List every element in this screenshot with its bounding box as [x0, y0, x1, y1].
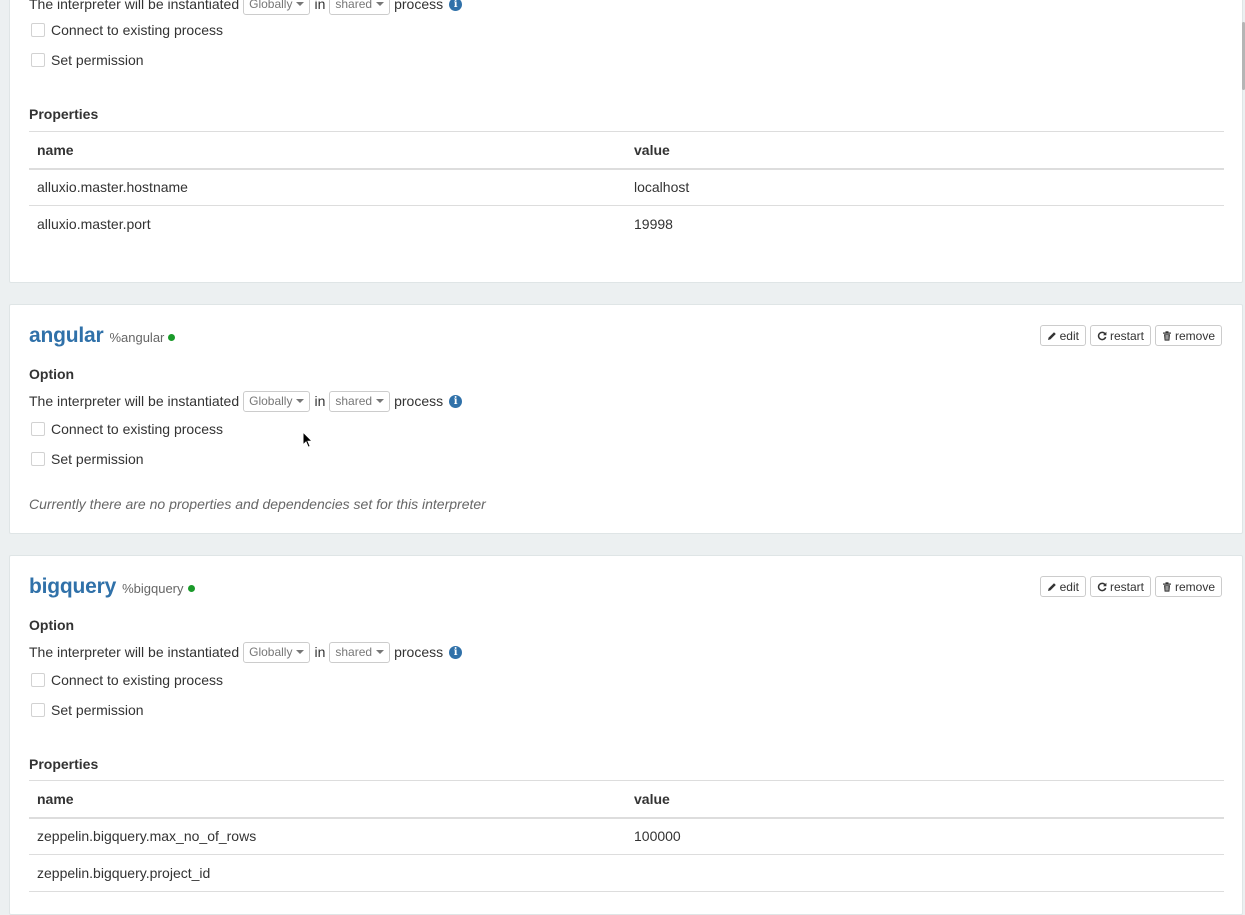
property-value: 100000 [626, 817, 1224, 855]
connect-existing-checkbox[interactable] [31, 23, 45, 37]
column-header-name: name [29, 131, 626, 170]
option-heading: Option [29, 366, 75, 382]
option-text-after: process [394, 0, 444, 12]
properties-table: name value alluxio.master.hostname local… [29, 131, 1224, 243]
status-dot-icon [187, 585, 195, 592]
caret-down-icon [296, 2, 305, 6]
info-circle-icon[interactable]: i [449, 645, 463, 659]
option-text-in: in [314, 393, 326, 409]
caret-down-icon [296, 399, 305, 403]
property-name: zeppelin.bigquery.max_no_of_rows [29, 817, 626, 855]
option-row: The interpreter will be instantiated Glo… [29, 641, 463, 663]
pencil-icon [1047, 331, 1056, 340]
trash-icon [1162, 330, 1171, 341]
table-header-row: name value [29, 131, 1224, 170]
remove-button[interactable]: remove [1154, 325, 1222, 346]
properties-heading: Properties [29, 756, 99, 772]
properties-heading: Properties [29, 106, 99, 122]
scrollbar[interactable] [1241, 0, 1245, 889]
mouse-pointer-icon [302, 431, 314, 448]
connect-existing-label: Connect to existing process [51, 672, 223, 688]
option-text-in: in [314, 644, 326, 660]
option-text-before: The interpreter will be instantiated [29, 393, 240, 409]
restart-button[interactable]: restart [1089, 576, 1151, 597]
table-row: alluxio.master.hostname localhost [29, 168, 1224, 206]
interpreter-panel-bigquery: bigquery %bigquery edit restart remove O… [9, 555, 1243, 915]
edit-button[interactable]: edit [1039, 325, 1086, 346]
column-header-value: value [626, 131, 1224, 170]
option-text-after: process [394, 644, 444, 660]
set-permission-label: Set permission [51, 702, 144, 718]
set-permission-checkbox-row[interactable]: Set permission [31, 52, 144, 68]
remove-button[interactable]: remove [1154, 576, 1222, 597]
info-circle-icon[interactable]: i [449, 394, 463, 408]
option-text-after: process [394, 393, 444, 409]
connect-existing-checkbox-row[interactable]: Connect to existing process [31, 672, 223, 688]
info-circle-icon[interactable]: i [449, 0, 463, 11]
edit-button[interactable]: edit [1039, 576, 1086, 597]
option-row: The interpreter will be instantiated Glo… [29, 0, 463, 15]
interpreter-tag: %bigquery [122, 581, 184, 596]
interpreter-actions: edit restart remove [1039, 325, 1222, 346]
connect-existing-checkbox-row[interactable]: Connect to existing process [31, 421, 223, 437]
no-properties-note: Currently there are no properties and de… [29, 496, 486, 512]
caret-down-icon [376, 399, 385, 403]
set-permission-checkbox[interactable] [31, 53, 45, 67]
option-row: The interpreter will be instantiated Glo… [29, 390, 463, 412]
set-permission-checkbox[interactable] [31, 452, 45, 466]
table-row: zeppelin.bigquery.project_id [29, 854, 1224, 892]
property-value [626, 854, 1224, 892]
connect-existing-label: Connect to existing process [51, 421, 223, 437]
interpreter-tag: %angular [109, 330, 165, 345]
restart-button[interactable]: restart [1089, 325, 1151, 346]
option-heading: Option [29, 617, 75, 633]
mode-select[interactable]: shared [329, 390, 391, 412]
interpreter-panel-alluxio: The interpreter will be instantiated Glo… [9, 0, 1243, 283]
scope-select[interactable]: Globally [243, 641, 311, 663]
set-permission-label: Set permission [51, 52, 144, 68]
set-permission-checkbox-row[interactable]: Set permission [31, 451, 144, 467]
caret-down-icon [376, 650, 385, 654]
property-name: zeppelin.bigquery.project_id [29, 854, 626, 892]
trash-icon [1162, 581, 1171, 592]
set-permission-label: Set permission [51, 451, 144, 467]
property-name: alluxio.master.hostname [29, 168, 626, 206]
mode-select[interactable]: shared [329, 0, 391, 15]
refresh-icon [1097, 331, 1107, 340]
interpreter-heading: bigquery %bigquery [29, 575, 195, 599]
set-permission-checkbox-row[interactable]: Set permission [31, 702, 144, 718]
column-header-name: name [29, 780, 626, 819]
option-text-before: The interpreter will be instantiated [29, 0, 240, 12]
set-permission-checkbox[interactable] [31, 703, 45, 717]
caret-down-icon [376, 2, 385, 6]
status-dot-icon [168, 334, 176, 341]
connect-existing-label: Connect to existing process [51, 22, 223, 38]
pencil-icon [1047, 582, 1056, 591]
table-row: zeppelin.bigquery.max_no_of_rows 100000 [29, 817, 1224, 855]
properties-table: name value zeppelin.bigquery.max_no_of_r… [29, 780, 1224, 892]
interpreter-heading: angular %angular [29, 324, 176, 348]
property-name: alluxio.master.port [37, 216, 151, 233]
table-row: alluxio.master.port 19998 [29, 206, 1224, 243]
option-text-in: in [314, 0, 326, 12]
scope-select[interactable]: Globally [243, 390, 311, 412]
scope-select[interactable]: Globally [243, 0, 311, 15]
option-text-before: The interpreter will be instantiated [29, 644, 240, 660]
table-header-row: name value [29, 780, 1224, 819]
refresh-icon [1097, 582, 1107, 591]
property-value: localhost [626, 168, 1224, 206]
caret-down-icon [296, 650, 305, 654]
connect-existing-checkbox-row[interactable]: Connect to existing process [31, 22, 223, 38]
connect-existing-checkbox[interactable] [31, 673, 45, 687]
mode-select[interactable]: shared [329, 641, 391, 663]
property-value: 19998 [634, 216, 673, 233]
column-header-value: value [626, 780, 1224, 819]
interpreter-name[interactable]: bigquery [29, 575, 116, 599]
connect-existing-checkbox[interactable] [31, 422, 45, 436]
interpreter-panel-angular: angular %angular edit restart remove Opt… [9, 304, 1243, 534]
interpreter-name[interactable]: angular [29, 324, 104, 348]
interpreter-actions: edit restart remove [1039, 576, 1222, 597]
